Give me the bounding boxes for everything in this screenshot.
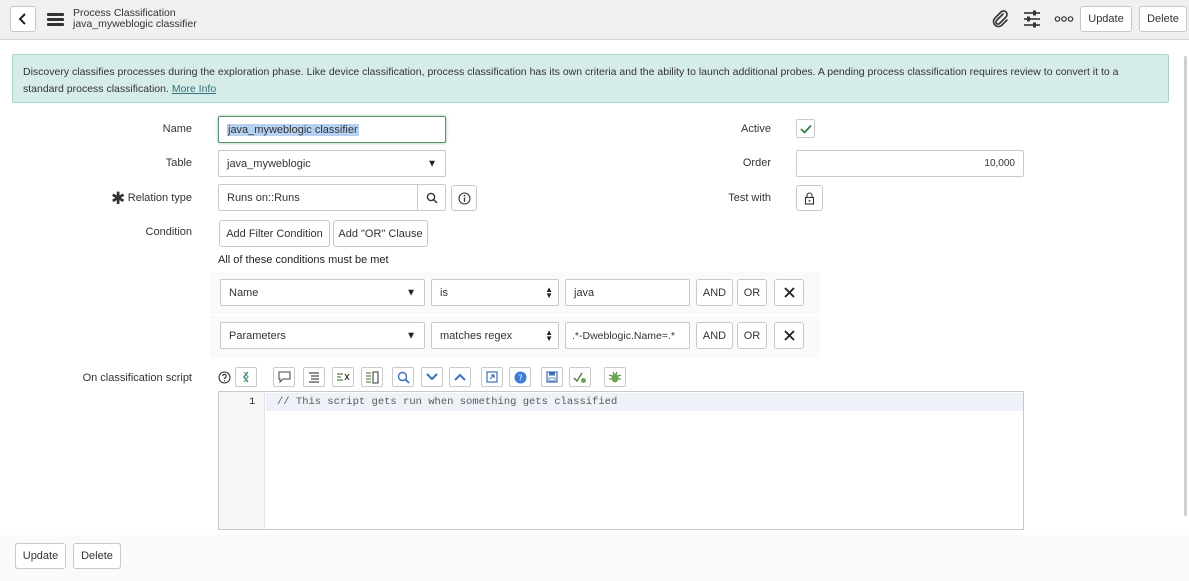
script-editor[interactable]: 1 // This script gets run when something… [218,391,1024,530]
header-delete-button[interactable]: Delete [1139,6,1187,32]
condition-and-button[interactable]: AND [696,279,733,306]
expand-icon[interactable] [449,367,471,387]
condition-field-select[interactable]: Parameters ▼ [220,322,425,349]
checkmark-icon [799,124,812,134]
condition-value-input[interactable]: .*-Dweblogic.Name=.* [565,322,690,349]
test-with-label: Test with [728,192,771,204]
order-input[interactable]: 10,000 [796,150,1024,177]
condition-or-button[interactable]: OR [737,279,767,306]
debug-icon[interactable] [604,367,626,387]
line-number: 1 [249,396,256,408]
select-arrows-icon: ▲ ▼ [545,284,553,300]
relation-type-value: Runs on::Runs [227,191,300,204]
paperclip-icon[interactable] [991,10,1009,28]
select-arrows-icon: ▲ ▼ [545,327,553,343]
condition-value-input[interactable]: java [565,279,690,306]
condition-remove-button[interactable] [774,279,804,306]
hamburger-menu-icon[interactable] [47,13,64,27]
syntax-check-icon[interactable] [569,367,591,387]
search-icon[interactable] [392,367,414,387]
table-label: Table [165,157,192,169]
condition-field-value: Parameters [229,329,286,342]
lock-icon [804,191,815,205]
condition-operator-value: is [440,286,448,299]
save-icon[interactable] [541,367,563,387]
order-value: 10,000 [984,158,1015,169]
dropdown-arrow-icon: ▼ [406,330,416,341]
relation-type-input[interactable]: Runs on::Runs [218,184,446,211]
relation-info-button[interactable] [451,185,477,211]
header-update-button[interactable]: Update [1080,6,1132,32]
test-with-button[interactable] [796,185,823,211]
close-icon [783,287,795,298]
comment-icon[interactable] [273,367,295,387]
table-select[interactable]: java_myweblogic ▼ [218,150,446,177]
info-icon [457,191,471,205]
replace-all-icon[interactable] [361,367,383,387]
order-label: Order [742,157,771,169]
chevron-left-icon [18,13,26,25]
footer-area [0,535,1189,581]
footer-update-button[interactable]: Update [15,543,66,569]
script-label: On classification script [82,372,192,384]
form-header: Process Classification java_myweblogic c… [0,0,1189,40]
more-info-link[interactable]: More Info [172,83,216,95]
condition-operator-select[interactable]: is ▲ ▼ [431,279,559,306]
active-checkbox[interactable] [796,119,815,138]
toggle-syntax-icon[interactable] [235,367,257,387]
name-label: Name [162,123,192,135]
condition-value: .*-Dweblogic.Name=.* [572,329,676,342]
script-help-icon[interactable]: ? [509,367,531,387]
condition-operator-value: matches regex [440,329,513,342]
table-select-value: java_myweblogic [227,157,311,170]
dropdown-arrow-icon: ▼ [427,158,437,169]
relation-type-label: Relation type [127,192,192,204]
add-filter-condition-button[interactable]: Add Filter Condition [219,220,330,247]
condition-field-select[interactable]: Name ▼ [220,279,425,306]
format-icon[interactable] [303,367,325,387]
lookup-search-button[interactable] [417,185,445,210]
condition-field-value: Name [229,286,259,299]
condition-and-button[interactable]: AND [696,322,733,349]
sliders-icon[interactable] [1022,10,1042,28]
condition-remove-button[interactable] [774,322,804,349]
name-input[interactable]: java_myweblogic classifier [218,116,446,143]
page-subtitle: java_myweblogic classifier [73,18,197,30]
collapse-icon[interactable] [421,367,443,387]
add-or-clause-button[interactable]: Add "OR" Clause [333,220,428,247]
help-icon[interactable] [218,371,231,384]
conditions-heading: All of these conditions must be met [218,254,389,266]
search-icon [426,192,438,204]
footer-delete-button[interactable]: Delete [73,543,121,569]
name-input-value: java_myweblogic classifier [227,123,359,136]
fullscreen-icon[interactable] [481,367,503,387]
close-icon [783,330,795,341]
active-label: Active [741,123,771,135]
script-code-line[interactable]: // This script gets run when something g… [277,396,617,408]
info-banner: Discovery classifies processes during th… [12,54,1169,103]
scrollbar[interactable] [1184,56,1187,516]
dropdown-arrow-icon: ▼ [406,287,416,298]
line-gutter [219,392,265,529]
back-button[interactable] [10,6,36,32]
condition-operator-select[interactable]: matches regex ▲ ▼ [431,322,559,349]
condition-label: Condition [145,226,192,238]
more-options-icon[interactable] [1054,14,1074,24]
condition-value: java [574,286,595,299]
svg-text:?: ? [518,373,522,382]
condition-or-button[interactable]: OR [737,322,767,349]
replace-icon[interactable] [332,367,354,387]
